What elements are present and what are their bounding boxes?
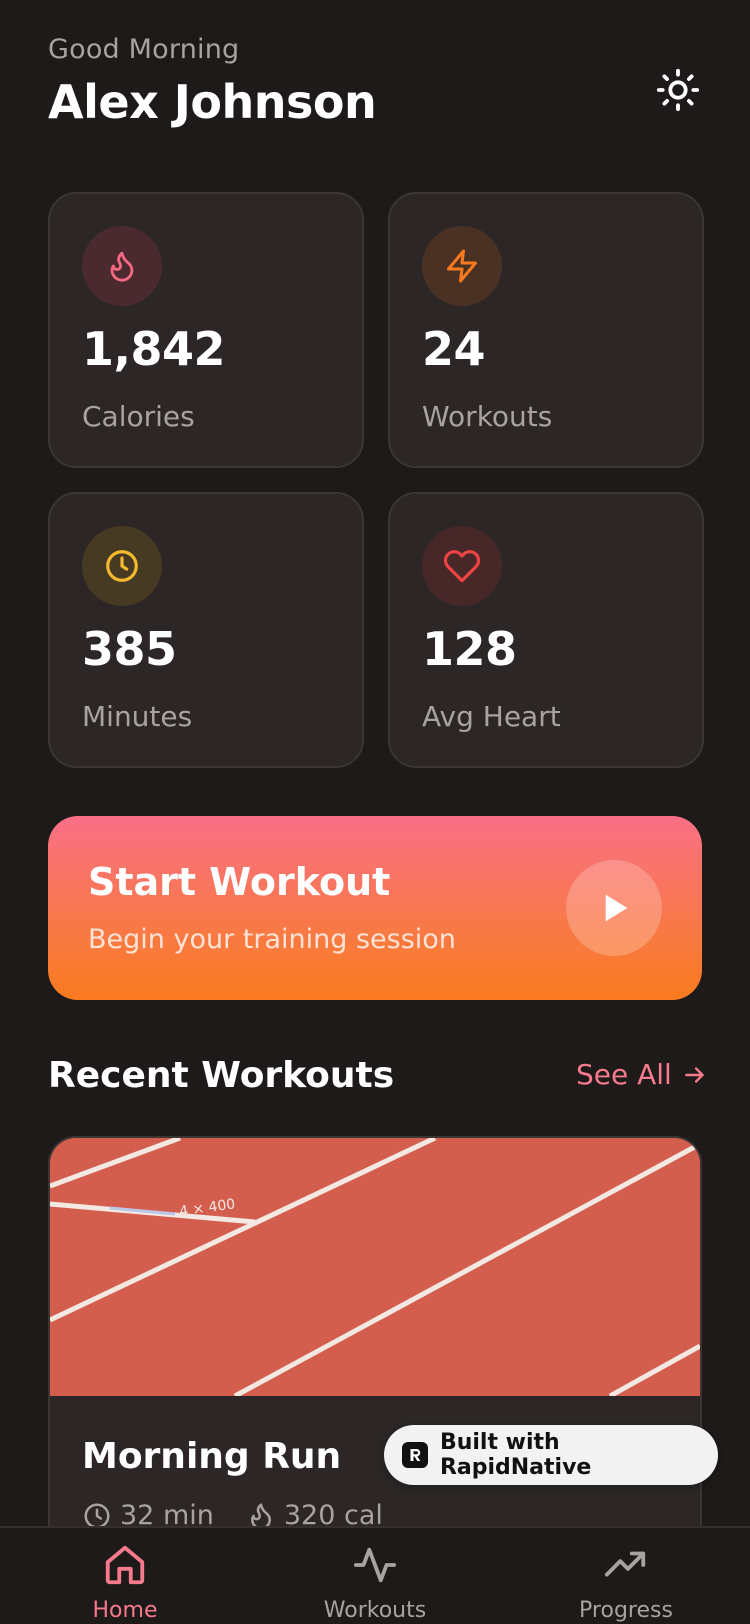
stat-card-avg-heart[interactable]: 128 Avg Heart [388,492,704,768]
tab-label: Progress [579,1598,673,1623]
stat-value: 24 [422,322,486,376]
arrow-right-icon [684,1066,704,1083]
clock-icon [106,550,138,582]
badge-label: Built with RapidNative [439,1430,592,1480]
flame-icon [110,251,134,282]
stat-value: 128 [422,622,517,676]
lightning-icon [447,249,477,283]
play-button[interactable] [566,860,662,956]
rapidnative-badge[interactable]: Built with RapidNative [384,1425,718,1485]
greeting-text: Good Morning [48,34,240,65]
tab-progress[interactable]: Progress [556,1542,696,1623]
tab-label: Workouts [323,1598,427,1623]
lightning-icon-circle [422,226,502,306]
clock-icon-circle [82,526,162,606]
tab-workouts[interactable]: Workouts [305,1542,445,1623]
running-track-illustration: 4 × 400 [50,1138,700,1399]
heart-icon [443,550,481,583]
stat-label: Avg Heart [422,700,561,733]
play-icon [605,894,628,922]
see-all-link[interactable]: See All [576,1058,708,1091]
bottom-tab-bar: Home Workouts Progress [0,1526,750,1624]
stat-label: Minutes [82,700,193,733]
theme-toggle-button[interactable] [650,62,706,118]
tab-home[interactable]: Home [55,1542,195,1623]
running-track-image: 4 × 400 [50,1138,700,1399]
stat-label: Workouts [422,400,553,433]
cta-title: Start Workout [88,860,391,904]
stat-card-workouts[interactable]: 24 Workouts [388,192,704,468]
trending-up-icon [604,1551,646,1577]
workout-card[interactable]: 4 × 400 Morning Run 32 min 320 cal [48,1136,702,1576]
home-icon [105,1545,145,1585]
heart-icon-circle [422,526,502,606]
stat-card-minutes[interactable]: 385 Minutes [48,492,364,768]
stat-value: 1,842 [82,322,226,376]
user-name: Alex Johnson [48,75,377,129]
activity-icon [353,1547,397,1583]
start-workout-button[interactable]: Start Workout Begin your training sessio… [48,816,702,1000]
cta-subtitle: Begin your training session [88,924,456,955]
stat-value: 385 [82,622,177,676]
section-title: Recent Workouts [48,1055,395,1096]
workout-title: Morning Run [82,1436,342,1477]
header: Good Morning Alex Johnson [48,34,377,129]
rapidnative-logo-icon [402,1442,428,1468]
sun-icon [656,68,700,112]
flame-icon-circle [82,226,162,306]
stat-card-calories[interactable]: 1,842 Calories [48,192,364,468]
stat-label: Calories [82,400,195,433]
see-all-label: See All [576,1058,672,1091]
tab-label: Home [92,1598,158,1623]
